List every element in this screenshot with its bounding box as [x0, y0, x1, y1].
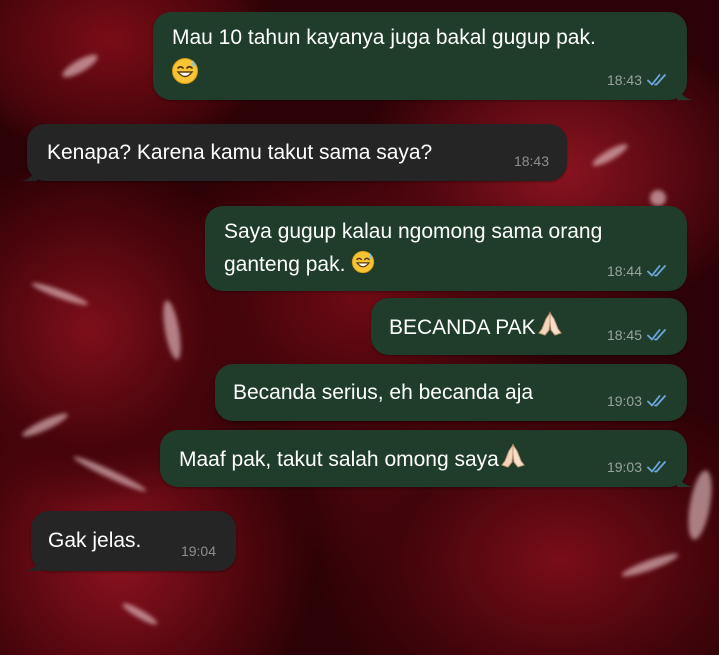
message-time: 19:03: [606, 393, 642, 409]
bubble-tail: [677, 473, 693, 487]
message-meta: 18:43: [514, 153, 549, 169]
message-meta: 18:44: [607, 263, 669, 279]
message-meta: 19:04: [181, 543, 216, 559]
outgoing-message[interactable]: Mau 10 tahun kayanya juga bakal gugup pa…: [153, 12, 693, 100]
message-text: Becanda serius, eh becanda aja: [233, 381, 534, 404]
double-check-icon: [647, 329, 666, 341]
message-time: 19:03: [606, 459, 642, 475]
bubble-tail: [25, 557, 41, 571]
message-meta: 18:45: [607, 327, 669, 343]
message-text: BECANDA PAK: [389, 311, 564, 346]
message-text: Saya gugup kalau ngomong sama orang: [224, 220, 603, 243]
message-time: 19:04: [180, 543, 216, 559]
message-meta: 19:03: [607, 459, 669, 475]
message-time: 18:43: [513, 153, 549, 169]
double-check-icon: [647, 395, 666, 407]
incoming-message[interactable]: Gak jelas. 19:04: [25, 511, 236, 571]
message-text: Gak jelas.: [48, 529, 142, 552]
message-time: 18:45: [606, 327, 642, 343]
message-meta: 18:43: [607, 72, 669, 88]
folded-hands-emoji-icon: [536, 311, 564, 346]
outgoing-message[interactable]: BECANDA PAK 18:45: [371, 298, 687, 355]
message-time: 18:44: [606, 263, 642, 279]
message-meta: 19:03: [607, 393, 669, 409]
bubble-tail: [21, 167, 37, 181]
outgoing-message[interactable]: Saya gugup kalau ngomong sama orang gant…: [205, 206, 687, 291]
message-text: Maaf pak, takut salah omong saya: [179, 443, 527, 478]
sweat-smile-emoji-icon: [171, 57, 199, 94]
outgoing-message[interactable]: Becanda serius, eh becanda aja 19:03: [215, 364, 687, 421]
bubble-tail: [677, 86, 693, 100]
message-text: Mau 10 tahun kayanya juga bakal gugup pa…: [172, 26, 596, 49]
incoming-message[interactable]: Kenapa? Karena kamu takut sama saya? 18:…: [21, 124, 567, 181]
sweat-smile-emoji-icon: [351, 250, 375, 283]
double-check-icon: [647, 74, 666, 86]
message-text: Kenapa? Karena kamu takut sama saya?: [47, 141, 433, 164]
outgoing-message[interactable]: Maaf pak, takut salah omong saya 19:03: [160, 430, 693, 487]
folded-hands-emoji-icon: [499, 443, 527, 478]
double-check-icon: [647, 461, 666, 473]
double-check-icon: [647, 265, 666, 277]
message-text: ganteng pak.: [224, 249, 375, 283]
message-time: 18:43: [606, 72, 642, 88]
